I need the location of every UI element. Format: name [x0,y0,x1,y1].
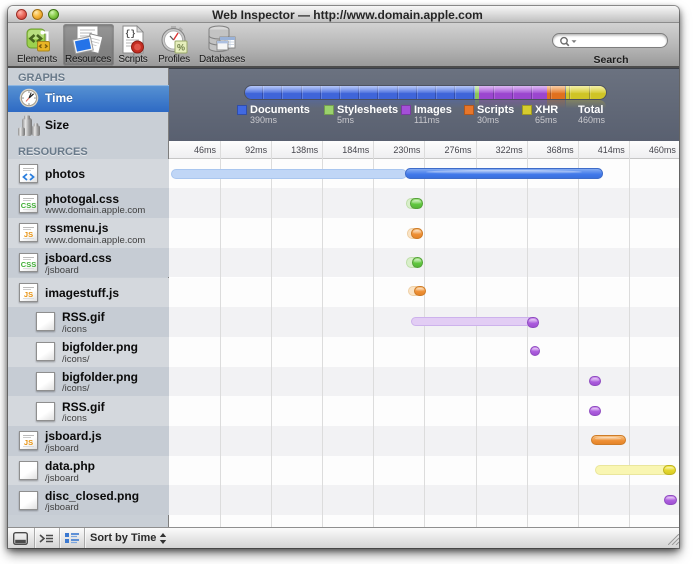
svg-text:%: % [177,43,185,53]
svg-text:{}: {} [125,29,136,39]
